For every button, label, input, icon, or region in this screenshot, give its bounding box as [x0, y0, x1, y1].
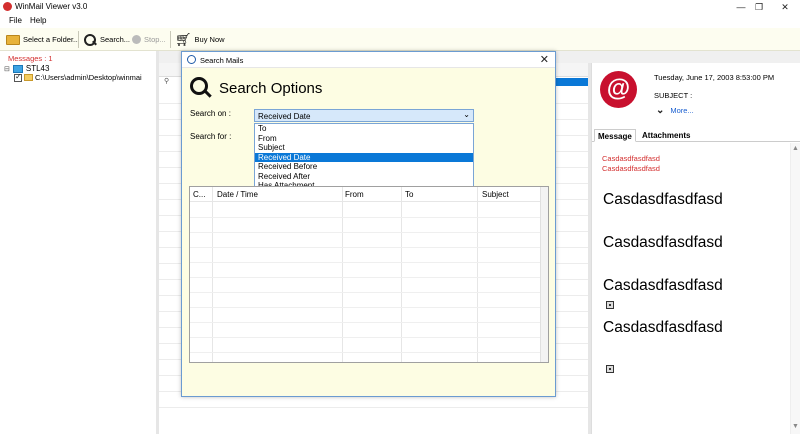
search-options-icon: [190, 77, 212, 99]
search-mails-dialog: Search Mails ✕ Search Options Search on …: [181, 51, 556, 397]
column-to[interactable]: To: [405, 190, 413, 199]
dialog-title-bar: Search Mails ✕: [182, 52, 555, 68]
scroll-up-icon[interactable]: ▲: [792, 145, 799, 152]
cart-icon: 🛒︎: [175, 32, 192, 47]
scroll-down-icon[interactable]: ▼: [792, 423, 799, 430]
grid-row-divider: [190, 337, 548, 338]
column-c[interactable]: C...: [193, 190, 205, 199]
dialog-close-icon[interactable]: ✕: [540, 53, 549, 66]
grid-row-divider: [190, 307, 548, 308]
toolbar-separator: [78, 31, 79, 48]
collapse-icon[interactable]: ⊟: [4, 65, 10, 73]
buy-now-button[interactable]: 🛒︎ Buy Now: [175, 31, 225, 48]
menu-help[interactable]: Help: [30, 16, 46, 25]
grid-row-divider: [190, 247, 548, 248]
search-on-label: Search on :: [190, 109, 231, 118]
option-received-before[interactable]: Received Before: [255, 162, 473, 172]
dialog-heading: Search Options: [219, 80, 323, 97]
body-large-line: Casdasdfasdfasd: [603, 277, 723, 294]
grid-row-divider: [190, 262, 548, 263]
folder-tree-panel: Messages : 1 ⊟ STL43 C:\Users\admin\Desk…: [0, 51, 156, 434]
folder-icon: [6, 34, 20, 45]
tab-message[interactable]: Message: [594, 129, 636, 142]
search-on-value: Received Date: [258, 112, 311, 121]
column-date-time[interactable]: Date / Time: [217, 190, 258, 199]
folder-checkbox[interactable]: [14, 72, 22, 82]
menu-bar: File Help: [0, 14, 800, 28]
body-red-line: Casdasdfasdfasd: [602, 164, 660, 173]
toolbar-separator: [170, 31, 171, 48]
search-on-dropdown: To From Subject Received Date Received B…: [254, 123, 474, 190]
body-large-line: Casdasdfasdfasd: [603, 191, 723, 208]
search-results-grid[interactable]: C... Date / Time From To Subject: [189, 186, 549, 363]
close-button[interactable]: ✕: [778, 1, 792, 13]
grid-row-divider: [190, 277, 548, 278]
more-toggle[interactable]: ⌄ More...: [656, 105, 694, 116]
option-received-date[interactable]: Received Date: [255, 152, 473, 162]
grid-row-divider: [190, 322, 548, 323]
stop-label: Stop...: [144, 35, 166, 44]
window-title: WinMail Viewer v3.0: [15, 2, 88, 11]
stop-icon: [132, 35, 141, 44]
grid-row-divider: [190, 217, 548, 218]
search-button[interactable]: Search...: [83, 31, 130, 48]
buy-now-label: Buy Now: [194, 35, 225, 44]
email-subject-label: SUBJECT :: [654, 91, 693, 100]
grid-row-divider: [190, 352, 548, 353]
broken-image-icon: [606, 365, 614, 373]
attachment-icon: ⚲: [164, 78, 170, 85]
email-at-icon: @: [600, 71, 637, 108]
column-from[interactable]: From: [345, 190, 364, 199]
search-on-select[interactable]: Received Date ⌄: [254, 109, 474, 122]
restore-button[interactable]: ❐: [752, 1, 766, 13]
dialog-title: Search Mails: [200, 56, 244, 65]
select-folder-label: Select a Folder...: [23, 35, 80, 44]
column-subject[interactable]: Subject: [482, 190, 509, 199]
body-red-line: Casdasdfasdfasd: [602, 154, 660, 163]
column-divider: [342, 187, 343, 362]
body-large-line: Casdasdfasdfasd: [603, 319, 723, 336]
select-folder-button[interactable]: Select a Folder...: [6, 31, 79, 48]
results-scrollbar[interactable]: [540, 187, 548, 362]
chevron-down-icon: ⌄: [656, 105, 665, 116]
search-label: Search...: [100, 35, 131, 44]
search-icon: [187, 55, 196, 64]
stop-button[interactable]: Stop...: [132, 31, 166, 48]
minimize-button[interactable]: —: [734, 1, 748, 13]
option-subject[interactable]: Subject: [255, 143, 473, 153]
row-divider: [159, 407, 588, 408]
search-for-label: Search for :: [190, 132, 232, 141]
preview-tabs: Message Attachments: [592, 129, 800, 142]
tree-root-label: STL43: [25, 64, 50, 73]
tree-child-label: C:\Users\admin\Desktop\winmai: [35, 73, 142, 82]
message-body: Casdasdfasdfasd Casdasdfasdfasd Casdasdf…: [592, 143, 800, 434]
column-divider: [401, 187, 402, 362]
column-divider: [212, 187, 213, 362]
search-icon: [83, 33, 97, 47]
message-preview-panel: @ Tuesday, June 17, 2003 8:53:00 PM SUBJ…: [591, 63, 800, 434]
email-date: Tuesday, June 17, 2003 8:53:00 PM: [654, 73, 775, 82]
option-received-after[interactable]: Received After: [255, 172, 473, 182]
option-to[interactable]: To: [255, 124, 473, 134]
menu-file[interactable]: File: [9, 16, 22, 25]
preview-scrollbar[interactable]: ▲ ▼: [790, 143, 800, 434]
toolbar: Select a Folder... Search... Stop... 🛒︎ …: [0, 28, 800, 51]
tree-child-node[interactable]: C:\Users\admin\Desktop\winmai: [14, 72, 142, 82]
folder-icon: [24, 74, 33, 81]
broken-image-icon: [606, 301, 614, 309]
more-link[interactable]: More...: [670, 106, 693, 115]
messages-count: Messages : 1: [8, 54, 53, 63]
grid-row-divider: [190, 232, 548, 233]
results-header: C... Date / Time From To Subject: [190, 187, 548, 202]
app-icon: [3, 2, 12, 11]
tab-attachments[interactable]: Attachments: [639, 129, 693, 142]
option-from[interactable]: From: [255, 134, 473, 144]
column-divider: [477, 187, 478, 362]
tree-root-node[interactable]: ⊟ STL43: [4, 64, 49, 73]
title-bar: WinMail Viewer v3.0 — ❐ ✕: [0, 0, 800, 14]
grid-row-divider: [190, 292, 548, 293]
body-large-line: Casdasdfasdfasd: [603, 234, 723, 251]
chevron-down-icon: ⌄: [463, 110, 470, 119]
